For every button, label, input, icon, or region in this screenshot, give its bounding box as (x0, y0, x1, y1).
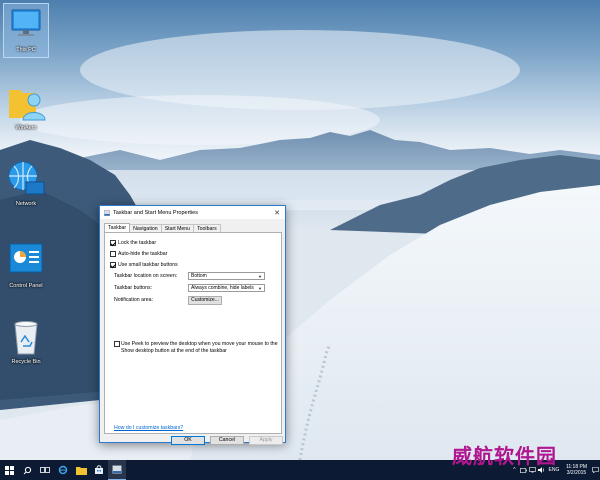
small-buttons-label: Use small taskbar buttons (118, 262, 178, 268)
ok-button[interactable]: OK (171, 436, 205, 445)
autohide-option[interactable]: Auto-hide the taskbar (110, 251, 167, 257)
user-folder-icon (6, 82, 46, 122)
desktop-icon-label: WinAero (15, 125, 37, 131)
tab-taskbar[interactable]: Taskbar (104, 223, 131, 232)
taskbar-buttons-value: Always combine, hide labels (191, 285, 254, 291)
dialog-titlebar[interactable]: Taskbar and Start Menu Properties ✕ (100, 206, 285, 219)
control-panel-icon (6, 240, 46, 280)
desktop-icon-label: This PC (16, 47, 36, 53)
location-label: Taskbar location on screen: (114, 273, 178, 279)
taskbar-explorer[interactable] (72, 460, 90, 480)
file-explorer-icon (75, 466, 87, 475)
windows-logo-icon (4, 465, 14, 475)
desktop-wallpaper (0, 0, 600, 460)
autohide-label: Auto-hide the taskbar (118, 251, 168, 257)
start-button[interactable] (0, 460, 18, 480)
taskbar-tab-panel: Lock the taskbar Auto-hide the taskbar U… (104, 232, 282, 434)
customize-button[interactable]: Customize... (188, 296, 222, 305)
network-icon (6, 158, 46, 198)
desktop-icon-control-panel[interactable]: Control Panel (3, 240, 49, 289)
dialog-body: Taskbar Navigation Start Menu Toolbars L… (100, 219, 285, 445)
chevron-down-icon: ▼ (258, 286, 262, 291)
store-icon (95, 465, 103, 474)
close-button[interactable]: ✕ (269, 206, 285, 219)
desktop-icon-label: Control Panel (9, 283, 43, 289)
taskbar-buttons-label: Taskbar buttons: (114, 285, 153, 291)
desktop-icon-label: Recycle Bin (11, 359, 41, 365)
desktop-icon-this-pc[interactable]: This PC (3, 3, 49, 58)
taskbar-settings-icon (112, 465, 122, 474)
taskbar-properties-dialog: Taskbar and Start Menu Properties ✕ Task… (99, 205, 286, 445)
taskbar-settings-window[interactable] (108, 460, 126, 480)
small-buttons-option[interactable]: Use small taskbar buttons (110, 262, 178, 268)
desktop-icon-winaero[interactable]: WinAero (3, 82, 49, 131)
action-center-button[interactable] (591, 460, 600, 480)
autohide-checkbox[interactable] (110, 251, 116, 257)
search-button[interactable] (18, 460, 36, 480)
desktop-icon-label: Network (15, 201, 37, 207)
lock-taskbar-checkbox[interactable] (110, 240, 116, 246)
peek-label: Use Peek to preview the desktop when you… (121, 341, 278, 354)
clock-date: 3/2/2015 (566, 470, 587, 476)
search-icon (23, 466, 31, 474)
notification-area-label: Notification area: (114, 297, 153, 303)
location-select[interactable]: Bottom ▼ (188, 272, 265, 280)
taskbar-settings-icon (104, 209, 110, 216)
task-view-icon (40, 467, 50, 473)
tab-navigation[interactable]: Navigation (129, 224, 162, 232)
chevron-down-icon: ▼ (258, 274, 262, 279)
desktop-icon-network[interactable]: Network (3, 158, 49, 207)
peek-checkbox[interactable] (114, 341, 120, 347)
desktop-icon-recycle-bin[interactable]: Recycle Bin (3, 316, 49, 365)
apply-button[interactable]: Apply (249, 436, 283, 445)
lock-taskbar-label: Lock the taskbar (118, 240, 157, 246)
tab-strip: Taskbar Navigation Start Menu Toolbars (104, 223, 221, 232)
task-view-button[interactable] (36, 460, 54, 480)
taskbar-ie[interactable] (54, 460, 72, 480)
recycle-bin-icon (6, 316, 46, 356)
taskbar-buttons-select[interactable]: Always combine, hide labels ▼ (188, 284, 265, 292)
clock[interactable]: 11:18 PM 3/2/2015 (566, 464, 587, 476)
notification-icon (592, 467, 599, 473)
close-icon: ✕ (274, 209, 280, 217)
internet-explorer-icon (58, 465, 68, 475)
this-pc-icon (6, 4, 46, 44)
dialog-title: Taskbar and Start Menu Properties (113, 209, 198, 216)
lock-taskbar-option[interactable]: Lock the taskbar (110, 240, 156, 246)
help-link[interactable]: How do I customize taskbars? (114, 425, 183, 431)
tab-toolbars[interactable]: Toolbars (193, 224, 221, 232)
small-buttons-checkbox[interactable] (110, 262, 116, 268)
location-value: Bottom (191, 273, 207, 279)
taskbar-store[interactable] (90, 460, 108, 480)
cancel-button[interactable]: Cancel (210, 436, 244, 445)
tab-start-menu[interactable]: Start Menu (160, 224, 195, 232)
site-watermark: 威航软件园 (452, 444, 557, 468)
